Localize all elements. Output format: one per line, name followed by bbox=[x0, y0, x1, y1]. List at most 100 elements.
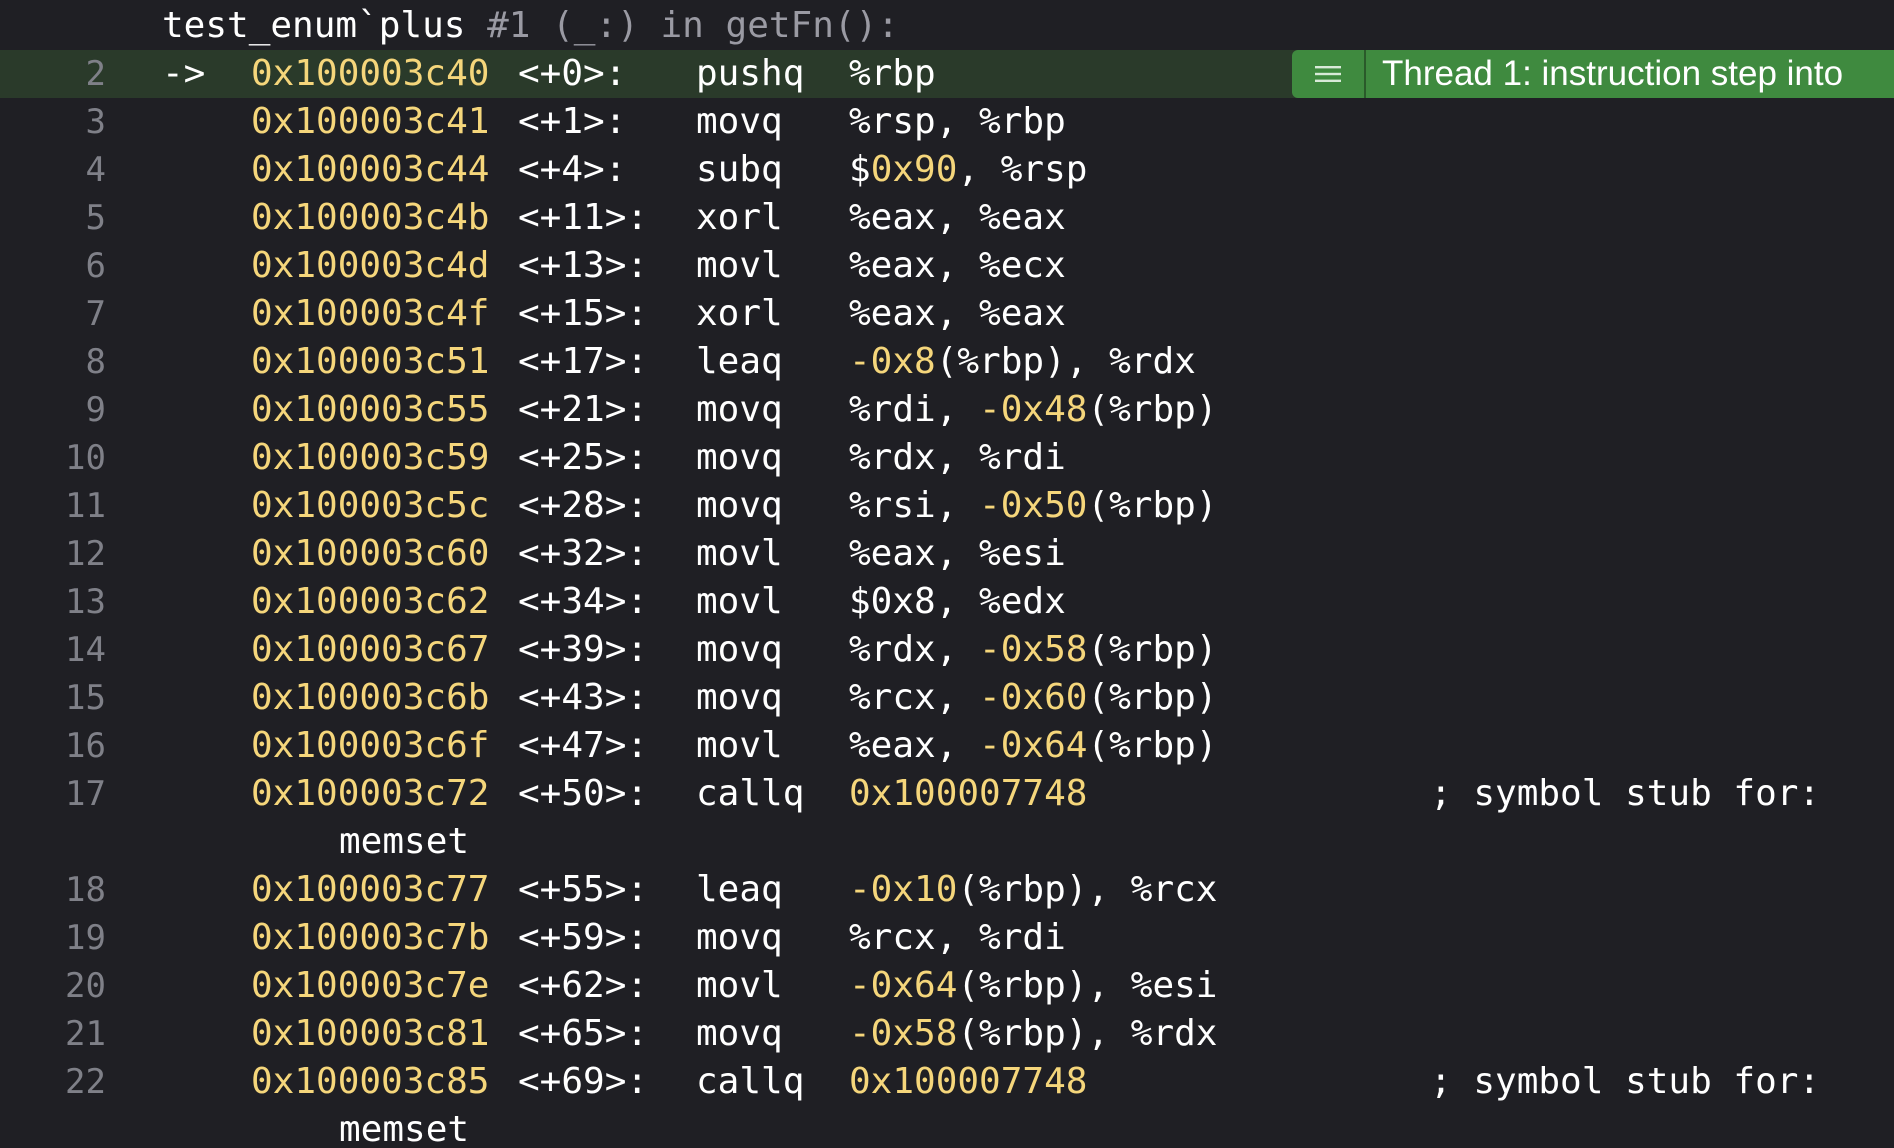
operand-text: , %rsp bbox=[957, 149, 1088, 190]
operand-text: (%rbp) bbox=[1087, 677, 1218, 718]
instruction-offset: <+62>: bbox=[518, 965, 649, 1006]
instruction-line[interactable]: 11 0x100003c5c <+28>: movq %rsi, -0x50(%rbp) bbox=[0, 482, 1894, 530]
instruction-address: 0x100003c67 bbox=[251, 629, 490, 670]
instruction-mnemonic: movl bbox=[696, 725, 783, 766]
line-number: 9 bbox=[85, 390, 106, 430]
instruction-address: 0x100003c7e bbox=[251, 965, 490, 1006]
instruction-line[interactable]: 5 0x100003c4b <+11>: xorl %eax, %eax bbox=[0, 194, 1894, 242]
instruction-line[interactable]: 13 0x100003c62 <+34>: movl $0x8, %edx bbox=[0, 578, 1894, 626]
instruction-operands: %eax, -0x64(%rbp) bbox=[849, 722, 1217, 770]
instruction-address: 0x100003c6b bbox=[251, 677, 490, 718]
operand-immediate: -0x64 bbox=[849, 965, 958, 1006]
instruction-comment: ; symbol stub for: bbox=[1430, 773, 1821, 814]
instruction-mnemonic: xorl bbox=[696, 197, 783, 238]
comment-continuation: memset bbox=[339, 1109, 470, 1148]
instruction-operands: -0x58(%rbp), %rdx bbox=[849, 1010, 1217, 1058]
instruction-mnemonic: callq bbox=[696, 773, 805, 814]
instruction-operands: 0x100007748 bbox=[849, 770, 1087, 818]
instruction-mnemonic: movl bbox=[696, 965, 783, 1006]
instruction-address: 0x100003c6f bbox=[251, 725, 490, 766]
instruction-offset: <+25>: bbox=[518, 437, 649, 478]
instruction-offset: <+65>: bbox=[518, 1013, 649, 1054]
instruction-line[interactable]: 20 0x100003c7e <+62>: movl -0x64(%rbp), %esi bbox=[0, 962, 1894, 1010]
operand-text: $0x8, %edx bbox=[849, 581, 1066, 622]
operand-immediate: -0x60 bbox=[979, 677, 1088, 718]
instruction-offset: <+15>: bbox=[518, 293, 649, 334]
operand-text: (%rbp) bbox=[1087, 485, 1218, 526]
line-number: 19 bbox=[65, 918, 106, 958]
operand-text: (%rbp), %rdx bbox=[957, 1013, 1218, 1054]
instruction-offset: <+32>: bbox=[518, 533, 649, 574]
list-lines-icon[interactable] bbox=[1292, 50, 1366, 98]
thread-status-badge[interactable]: Thread 1: instruction step into bbox=[1292, 50, 1894, 98]
instruction-offset: <+59>: bbox=[518, 917, 649, 958]
instruction-line[interactable]: 22 0x100003c85 <+69>: callq 0x100007748 ; sym… bbox=[0, 1058, 1894, 1106]
instruction-mnemonic: movq bbox=[696, 629, 783, 670]
header-line: 1 test_enum`plus #1 (_:) in getFn(): bbox=[0, 2, 1894, 94]
instruction-line[interactable]: 12 0x100003c60 <+32>: movl %eax, %esi bbox=[0, 530, 1894, 578]
instruction-line[interactable]: 8 0x100003c51 <+17>: leaq -0x8(%rbp), %rdx bbox=[0, 338, 1894, 386]
function-signature: #1 (_:) in getFn(): bbox=[465, 5, 899, 46]
instruction-mnemonic: leaq bbox=[696, 869, 783, 910]
instruction-operands: %rcx, %rdi bbox=[849, 914, 1066, 962]
instruction-offset: <+17>: bbox=[518, 341, 649, 382]
operand-text: %rdx, %rdi bbox=[849, 437, 1066, 478]
instruction-operands: %eax, %eax bbox=[849, 290, 1066, 338]
instruction-mnemonic: movl bbox=[696, 533, 783, 574]
instruction-offset: <+4>: bbox=[518, 149, 627, 190]
instruction-mnemonic: subq bbox=[696, 149, 783, 190]
operand-text: %rcx, bbox=[849, 677, 980, 718]
operand-text: (%rbp), %rdx bbox=[935, 341, 1196, 382]
comment-continuation-line: memset bbox=[0, 1106, 1894, 1148]
instruction-offset: <+50>: bbox=[518, 773, 649, 814]
operand-text: (%rbp), %esi bbox=[957, 965, 1218, 1006]
instruction-address: 0x100003c7b bbox=[251, 917, 490, 958]
line-number: 4 bbox=[85, 150, 106, 190]
instruction-mnemonic: movl bbox=[696, 245, 783, 286]
instruction-line[interactable]: 14 0x100003c67 <+39>: movq %rdx, -0x58(%rbp) bbox=[0, 626, 1894, 674]
instruction-operands: -0x8(%rbp), %rdx bbox=[849, 338, 1196, 386]
operand-text: (%rbp) bbox=[1087, 389, 1218, 430]
instruction-address: 0x100003c60 bbox=[251, 533, 490, 574]
instruction-operands: %rsi, -0x50(%rbp) bbox=[849, 482, 1217, 530]
instruction-line[interactable]: 19 0x100003c7b <+59>: movq %rcx, %rdi bbox=[0, 914, 1894, 962]
operand-text: %rcx, %rdi bbox=[849, 917, 1066, 958]
instruction-address: 0x100003c51 bbox=[251, 341, 490, 382]
instruction-line[interactable]: 7 0x100003c4f <+15>: xorl %eax, %eax bbox=[0, 290, 1894, 338]
instruction-offset: <+13>: bbox=[518, 245, 649, 286]
instruction-address: 0x100003c4d bbox=[251, 245, 490, 286]
instruction-line[interactable]: 4 0x100003c44 <+4>: subq $0x90, %rsp bbox=[0, 146, 1894, 194]
instruction-line[interactable]: 15 0x100003c6b <+43>: movq %rcx, -0x60(%rbp) bbox=[0, 674, 1894, 722]
line-number: 6 bbox=[85, 246, 106, 286]
instruction-offset: <+55>: bbox=[518, 869, 649, 910]
operand-immediate: 0x100007748 bbox=[849, 773, 1088, 814]
instruction-offset: <+34>: bbox=[518, 581, 649, 622]
instruction-operands: %eax, %ecx bbox=[849, 242, 1066, 290]
instruction-operands: $0x8, %edx bbox=[849, 578, 1066, 626]
thread-status-text: Thread 1: instruction step into bbox=[1366, 50, 1894, 98]
operand-text: %rdi, bbox=[849, 389, 980, 430]
operand-text: %eax, bbox=[849, 725, 980, 766]
instruction-line[interactable]: 9 0x100003c55 <+21>: movq %rdi, -0x48(%rbp) bbox=[0, 386, 1894, 434]
line-number: 13 bbox=[65, 582, 106, 622]
operand-immediate: -0x58 bbox=[979, 629, 1088, 670]
line-number: 12 bbox=[65, 534, 106, 574]
instruction-line[interactable]: 18 0x100003c77 <+55>: leaq -0x10(%rbp), %rcx bbox=[0, 866, 1894, 914]
instruction-address: 0x100003c41 bbox=[251, 101, 490, 142]
instruction-line[interactable]: 10 0x100003c59 <+25>: movq %rdx, %rdi bbox=[0, 434, 1894, 482]
instruction-line[interactable]: 17 0x100003c72 <+50>: callq 0x100007748 ; sym… bbox=[0, 770, 1894, 818]
comment-continuation-line: memset bbox=[0, 818, 1894, 866]
instruction-address: 0x100003c77 bbox=[251, 869, 490, 910]
instruction-line[interactable]: 16 0x100003c6f <+47>: movl %eax, -0x64(%rbp) bbox=[0, 722, 1894, 770]
instruction-line[interactable]: 3 0x100003c41 <+1>: movq %rsp, %rbp bbox=[0, 98, 1894, 146]
instruction-operands: %rdx, %rdi bbox=[849, 434, 1066, 482]
pc-arrow-icon: -> bbox=[162, 53, 206, 94]
instruction-mnemonic: leaq bbox=[696, 341, 783, 382]
instruction-line[interactable]: 21 0x100003c81 <+65>: movq -0x58(%rbp), %rdx bbox=[0, 1010, 1894, 1058]
operand-text: $ bbox=[849, 149, 871, 190]
operand-text: %rdx, bbox=[849, 629, 980, 670]
instruction-address: 0x100003c59 bbox=[251, 437, 490, 478]
instruction-line[interactable]: 6 0x100003c4d <+13>: movl %eax, %ecx bbox=[0, 242, 1894, 290]
instruction-operands: %eax, %eax bbox=[849, 194, 1066, 242]
operand-immediate: -0x48 bbox=[979, 389, 1088, 430]
